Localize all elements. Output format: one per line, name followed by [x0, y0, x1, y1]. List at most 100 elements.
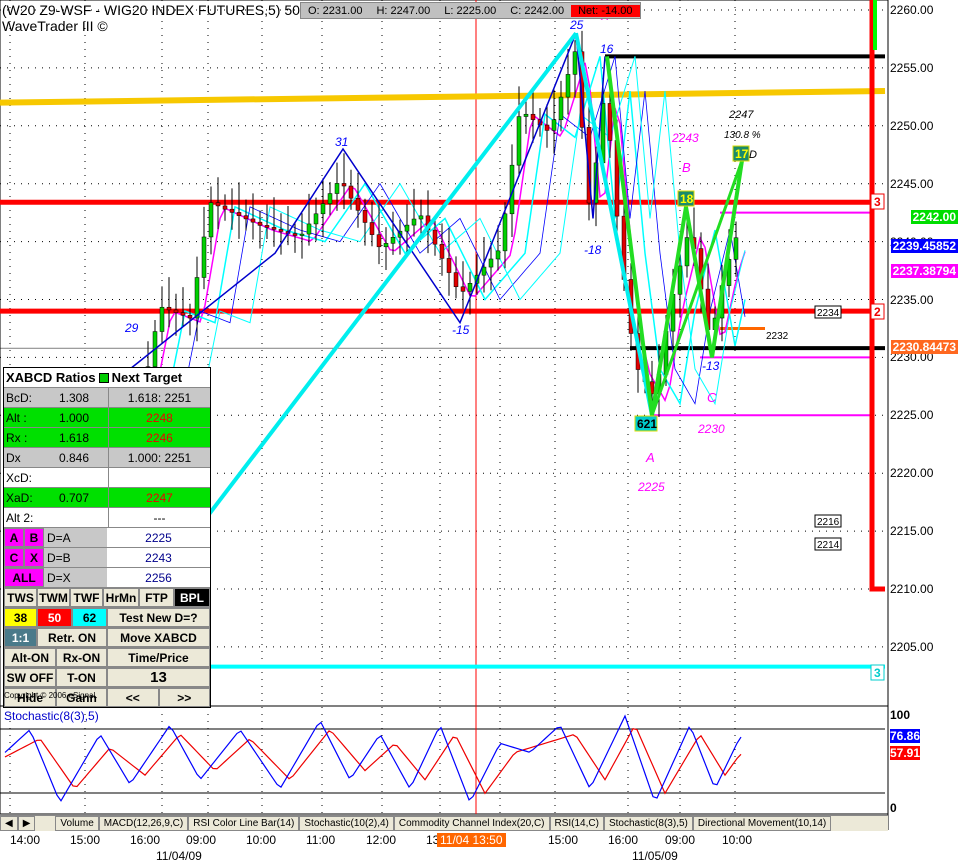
- ratio-value: 0.707: [59, 488, 109, 507]
- time-tick: 15:00: [70, 833, 101, 847]
- candle-body: [362, 210, 368, 223]
- study-tab[interactable]: RSI(14,C): [549, 816, 604, 831]
- candle-body: [222, 205, 228, 210]
- one-to-one-button[interactable]: 1:1: [4, 628, 37, 647]
- point-button[interactable]: B: [24, 528, 44, 547]
- point-button[interactable]: A: [4, 528, 24, 547]
- sw-off-button[interactable]: SW OFF: [4, 668, 56, 687]
- candle-body: [523, 113, 529, 117]
- point-button[interactable]: C: [4, 548, 24, 567]
- next-button[interactable]: >>: [158, 688, 210, 707]
- study-name: WaveTrader III ©: [2, 18, 108, 34]
- candle-body: [572, 51, 578, 75]
- label-d-percent: 130.8 %: [724, 130, 761, 141]
- rx-on-button[interactable]: Rx-ON: [56, 648, 107, 667]
- candle-body: [453, 272, 459, 288]
- label-31: 31: [335, 135, 348, 149]
- study-tab[interactable]: Directional Movement(10,14): [692, 816, 832, 831]
- study-tab[interactable]: Volume: [55, 816, 99, 831]
- price-tick: 2255.00: [890, 60, 934, 75]
- candle-body: [530, 113, 536, 120]
- stoch-tick: 0: [890, 801, 897, 815]
- time-tick: 12:00: [366, 833, 397, 847]
- retr-on-button[interactable]: Retr. ON: [37, 628, 107, 647]
- projection-value: 2243: [145, 550, 172, 565]
- candle-body: [327, 193, 333, 204]
- study-tab[interactable]: Stochastic(8(3),5): [603, 816, 693, 831]
- price-tick: 2245.00: [890, 176, 934, 191]
- pattern-17: 17: [735, 147, 749, 161]
- time-price-button[interactable]: Time/Price: [107, 648, 210, 667]
- candle-body: [467, 283, 473, 292]
- fib-62-button[interactable]: 62: [72, 608, 107, 627]
- candle-body: [292, 233, 298, 236]
- label-29: 29: [124, 321, 139, 335]
- all-button[interactable]: ALL: [4, 568, 44, 587]
- label-c: C: [707, 390, 717, 405]
- t-on-button[interactable]: T-ON: [56, 668, 107, 687]
- level-2216: 2216: [817, 517, 840, 528]
- candle-body: [607, 103, 613, 141]
- ratio-row: Alt 2: ---: [4, 508, 210, 528]
- price-label: 2242.00: [910, 210, 958, 225]
- tws-button[interactable]: TWS: [4, 588, 37, 607]
- ratio-row: Alt : 1.000 2248: [4, 408, 210, 428]
- candle-body: [677, 265, 683, 295]
- ratio-target: 1.000: 2251: [127, 450, 192, 465]
- time-tick: 16:00: [130, 833, 161, 847]
- twm-button[interactable]: TWM: [37, 588, 70, 607]
- projection-label: D=A: [44, 528, 107, 547]
- label-a: A: [645, 450, 655, 465]
- price-tick: 2260.00: [890, 3, 934, 17]
- candle-body: [166, 306, 172, 311]
- scroll-right-button[interactable]: ▶: [17, 816, 36, 831]
- candle-body: [404, 224, 410, 232]
- ratio-target: 2248: [146, 410, 173, 425]
- candle-body: [313, 213, 319, 225]
- scroll-left-button[interactable]: ◀: [0, 816, 18, 831]
- candle-body: [208, 202, 214, 238]
- study-tabs: ◀ ▶ Volume MACD(12,26,9,C) RSI Color Line B…: [0, 815, 888, 831]
- low-value: L: 2225.00: [444, 4, 497, 17]
- label-minus-13: -13: [702, 359, 720, 373]
- fib-50-button[interactable]: 50: [37, 608, 72, 627]
- candle-body: [278, 229, 284, 232]
- candle-body: [390, 237, 396, 244]
- candle-body: [299, 233, 305, 236]
- marker-3-cyan: 3: [874, 666, 881, 680]
- twf-button[interactable]: TWF: [70, 588, 103, 607]
- fib-38-button[interactable]: 38: [4, 608, 37, 627]
- stoch-tick: 100: [890, 708, 911, 722]
- study-tab[interactable]: Stochastic(10(2),4): [299, 816, 394, 831]
- hrmn-button[interactable]: HrMn: [103, 588, 139, 607]
- time-tick: 10:00: [722, 833, 753, 847]
- price-tick: 2210.00: [890, 582, 934, 596]
- stochastic-label: Stochastic(8(3),5): [4, 709, 99, 723]
- candle-body: [432, 229, 438, 245]
- projection-value: 2256: [145, 570, 172, 585]
- move-xabcd-button[interactable]: Move XABCD: [107, 628, 210, 647]
- pattern-18: 18: [680, 192, 694, 206]
- point-button[interactable]: X: [24, 548, 44, 567]
- high-value: H: 2247.00: [376, 4, 431, 17]
- ratio-row: BcD: 1.308 1.618: 2251: [4, 388, 210, 408]
- ratio-key: XcD:: [6, 470, 33, 485]
- projection-label: D=B: [44, 548, 107, 567]
- ratio-key: Dx: [6, 450, 21, 465]
- marker-2: 2: [874, 305, 881, 319]
- alt-on-button[interactable]: Alt-ON: [4, 648, 56, 667]
- price-label: 2239.45852: [890, 239, 958, 254]
- bpl-button[interactable]: BPL: [174, 588, 210, 607]
- time-tick: 14:00: [10, 833, 41, 847]
- ratio-key: Rx :: [6, 430, 28, 445]
- test-new-d-button[interactable]: Test New D=?: [107, 608, 210, 627]
- study-tab[interactable]: MACD(12,26,9,C): [98, 816, 189, 831]
- study-tab[interactable]: Commodity Channel Index(20,C): [393, 816, 550, 831]
- prev-button[interactable]: <<: [107, 688, 159, 707]
- point-row: C X D=B 2243: [4, 548, 210, 568]
- copyright: Copyright © 2006 eSignal.: [4, 691, 98, 700]
- ftp-button[interactable]: FTP: [139, 588, 174, 607]
- ratio-target: ---: [153, 510, 166, 525]
- study-tab[interactable]: RSI Color Line Bar(14): [188, 816, 300, 831]
- point-row: A B D=A 2225: [4, 528, 210, 548]
